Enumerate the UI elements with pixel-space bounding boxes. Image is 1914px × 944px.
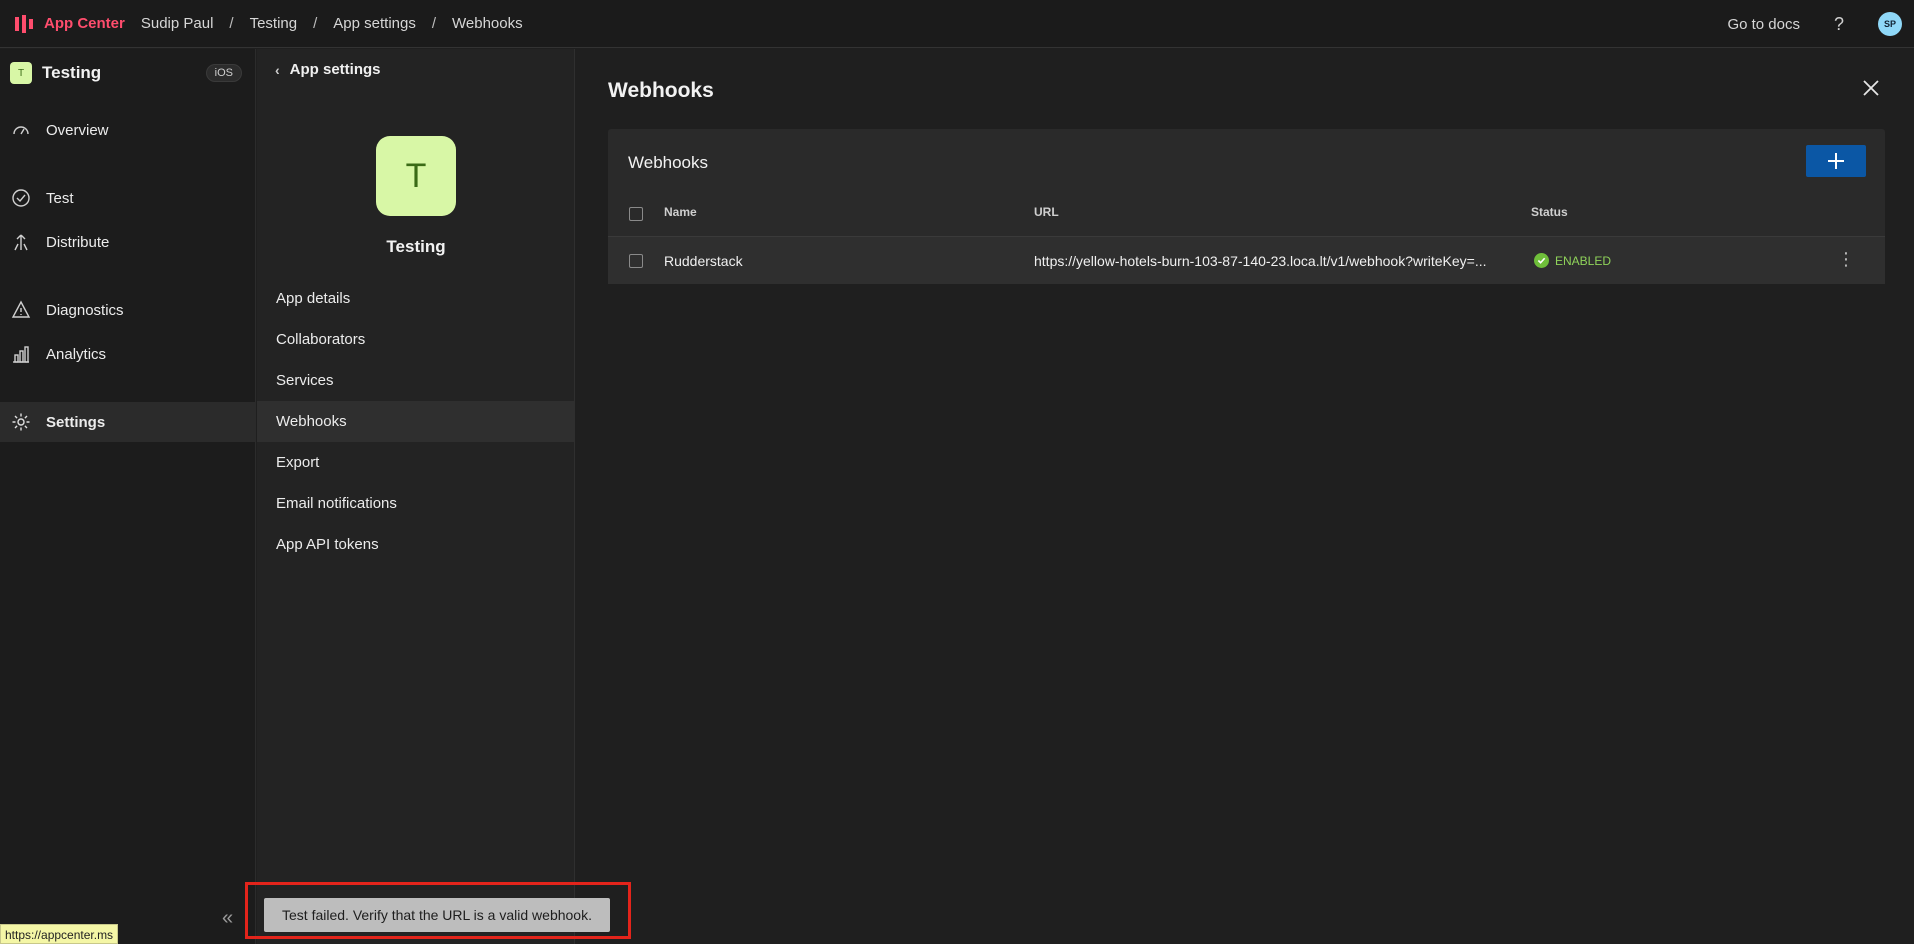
breadcrumb-separator: /: [313, 15, 318, 32]
settings-subnav: ‹ App settings T Testing App details Col…: [257, 49, 575, 944]
subnav-item-collaborators[interactable]: Collaborators: [257, 319, 575, 360]
bar-chart-icon: [10, 343, 32, 365]
nav-label: Analytics: [46, 345, 107, 363]
webhook-name: Rudderstack: [664, 253, 743, 269]
nav-label: Settings: [46, 413, 106, 431]
subnav-item-email-notifications[interactable]: Email notifications: [257, 483, 575, 524]
app-name-large: Testing: [386, 237, 446, 256]
close-icon[interactable]: [1858, 75, 1884, 101]
nav-item-test[interactable]: Test: [0, 178, 256, 218]
app-badge: T: [10, 62, 32, 84]
card-title: Webhooks: [628, 153, 709, 172]
nav-item-distribute[interactable]: Distribute: [0, 222, 256, 262]
column-header-name[interactable]: Name: [664, 205, 697, 219]
status-badge: ENABLED: [1534, 253, 1611, 268]
breadcrumb-webhooks: Webhooks: [452, 15, 523, 32]
gear-icon: [10, 411, 32, 433]
gauge-icon: [10, 119, 32, 141]
subnav-item-export[interactable]: Export: [257, 442, 575, 483]
back-label: App settings: [289, 61, 381, 78]
status-text: ENABLED: [1555, 253, 1612, 268]
column-header-url[interactable]: URL: [1034, 205, 1059, 219]
breadcrumb-app[interactable]: Testing: [250, 15, 298, 32]
nav-item-overview[interactable]: Overview: [0, 110, 256, 150]
check-circle-icon: [1534, 253, 1549, 268]
subnav-item-webhooks[interactable]: Webhooks: [257, 401, 575, 442]
breadcrumb-separator: /: [431, 15, 437, 32]
check-circle-icon: [10, 187, 32, 209]
page-title: Webhooks: [608, 79, 714, 102]
go-to-docs-link[interactable]: Go to docs: [1727, 16, 1800, 33]
add-webhook-button[interactable]: [1806, 145, 1866, 177]
webhooks-card: Webhooks Name URL Status Rudderstack htt…: [608, 129, 1885, 284]
app-icon-large: T: [376, 136, 456, 216]
subnav-item-services[interactable]: Services: [257, 360, 575, 401]
nav-label: Overview: [46, 121, 109, 139]
webhook-url: https://yellow-hotels-burn-103-87-140-23…: [1034, 253, 1487, 269]
browser-status-url: https://appcenter.ms: [0, 924, 119, 944]
breadcrumb-separator: /: [229, 15, 234, 32]
help-icon[interactable]: ?: [1834, 14, 1844, 35]
app-center-logo-icon[interactable]: [12, 12, 36, 36]
select-all-checkbox[interactable]: [629, 207, 643, 221]
platform-badge: iOS: [205, 64, 242, 82]
nav-label: Diagnostics: [46, 301, 124, 319]
subnav-item-app-api-tokens[interactable]: App API tokens: [257, 524, 575, 565]
back-to-app-settings[interactable]: ‹ App settings: [275, 61, 381, 78]
row-checkbox[interactable]: [629, 254, 643, 268]
nav-item-settings[interactable]: Settings: [0, 402, 256, 442]
breadcrumb-owner[interactable]: Sudip Paul: [141, 15, 214, 32]
nav-label: Distribute: [46, 233, 110, 251]
more-options-icon[interactable]: ⋮: [1837, 249, 1855, 270]
warning-icon: [10, 299, 32, 321]
nav-item-analytics[interactable]: Analytics: [0, 334, 256, 374]
double-chevron-left-icon[interactable]: «: [222, 907, 233, 930]
app-selector[interactable]: T Testing iOS: [10, 61, 242, 85]
chevron-left-icon: ‹: [275, 61, 280, 78]
plus-icon: [1828, 153, 1844, 169]
breadcrumb-app-settings[interactable]: App settings: [333, 15, 416, 32]
avatar[interactable]: SP: [1878, 12, 1902, 36]
app-name: Testing: [42, 63, 102, 82]
left-nav: T Testing iOS Overview Test Distribute D…: [0, 49, 256, 944]
table-row[interactable]: Rudderstack https://yellow-hotels-burn-1…: [608, 236, 1885, 284]
main-panel: Webhooks Webhooks Name URL Status Rudder…: [576, 49, 1914, 944]
nav-item-diagnostics[interactable]: Diagnostics: [0, 290, 256, 330]
top-bar: App Center Sudip Paul / Testing / App se…: [0, 0, 1914, 48]
distribute-icon: [10, 231, 32, 253]
subnav-item-app-details[interactable]: App details: [257, 278, 575, 319]
column-header-status[interactable]: Status: [1531, 205, 1568, 219]
nav-label: Test: [46, 189, 74, 207]
error-toast: Test failed. Verify that the URL is a va…: [264, 898, 610, 932]
brand-name[interactable]: App Center: [44, 15, 125, 32]
